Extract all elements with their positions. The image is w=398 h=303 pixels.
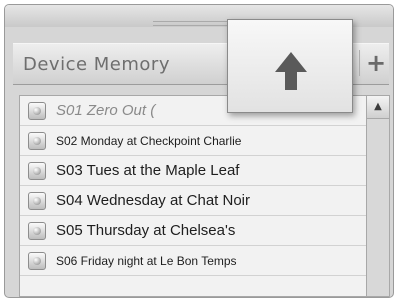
item-label: S04 Wednesday at Chat Noir [56,192,250,209]
snapshot-icon [28,102,46,120]
scroll-up-button[interactable]: ▲ [367,96,389,119]
drag-grip[interactable] [153,21,227,26]
upload-popup[interactable] [227,19,353,113]
snapshot-icon [28,192,46,210]
item-label: S05 Thursday at Chelsea's [56,222,236,239]
item-label: S02 Monday at Checkpoint Charlie [56,134,242,148]
snapshot-icon [28,252,46,270]
item-label: S01 Zero Out ( [56,102,156,119]
item-label: S06 Friday night at Le Bon Temps [56,254,237,268]
list-item[interactable]: S03 Tues at the Maple Leaf [20,156,366,186]
device-memory-panel: Device Memory + S01 Zero Out ( S02 Monda… [4,4,394,298]
plus-icon: + [366,49,387,77]
snapshot-icon [28,162,46,180]
preset-list: S01 Zero Out ( S02 Monday at Checkpoint … [19,95,367,297]
list-item[interactable]: S04 Wednesday at Chat Noir [20,186,366,216]
snapshot-icon [28,222,46,240]
list-item[interactable]: S06 Friday night at Le Bon Temps [20,246,366,276]
panel-title: Device Memory [23,54,170,75]
list-scrollbar[interactable]: ▲ [366,95,390,297]
list-item[interactable]: S02 Monday at Checkpoint Charlie [20,126,366,156]
upload-arrow-icon [275,52,307,90]
item-label: S03 Tues at the Maple Leaf [56,162,240,179]
add-button[interactable]: + [359,49,387,77]
list-item[interactable]: S05 Thursday at Chelsea's [20,216,366,246]
snapshot-icon [28,132,46,150]
